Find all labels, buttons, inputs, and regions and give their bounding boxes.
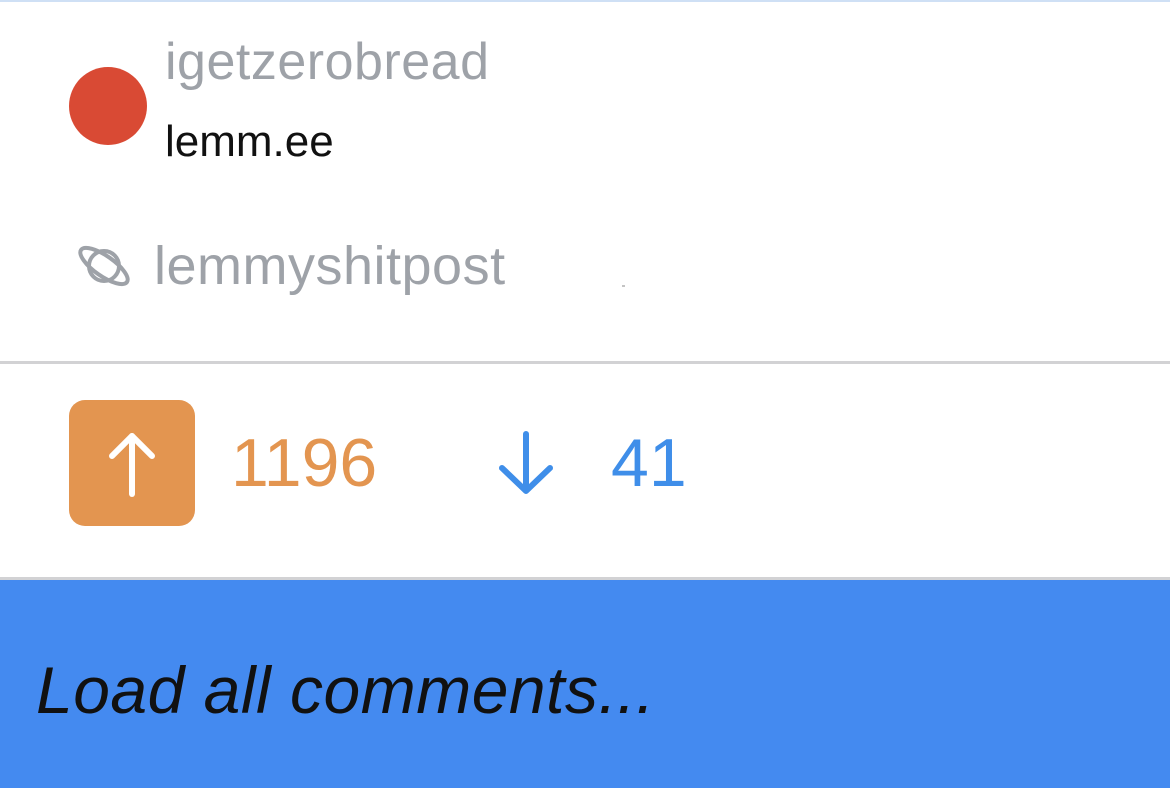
upvote-count: 1196 [231, 425, 378, 501]
planet-icon [78, 245, 130, 287]
divider [0, 361, 1170, 364]
post-author[interactable]: igetzerobread lemm.ee [69, 32, 490, 170]
arrow-up-icon [109, 433, 155, 497]
author-instance: lemm.ee [165, 117, 334, 166]
downvote-count: 41 [611, 425, 687, 501]
avatar[interactable] [69, 67, 147, 145]
community-name: lemmyshitpost [154, 236, 506, 296]
upvote-button[interactable] [69, 400, 195, 526]
community-link[interactable]: lemmyshitpost [72, 234, 506, 298]
vote-bar: 1196 41 [69, 400, 687, 526]
arrow-down-icon [499, 431, 553, 494]
author-text: igetzerobread lemm.ee [165, 32, 490, 170]
stray-mark [622, 285, 625, 287]
downvote-button[interactable] [481, 400, 571, 526]
post-card: igetzerobread lemm.ee lemmyshitpost 1196… [0, 0, 1170, 788]
load-all-comments-button[interactable]: Load all comments... [0, 580, 1170, 788]
load-all-comments-label: Load all comments... [36, 653, 655, 727]
author-username[interactable]: igetzerobread [165, 32, 490, 92]
